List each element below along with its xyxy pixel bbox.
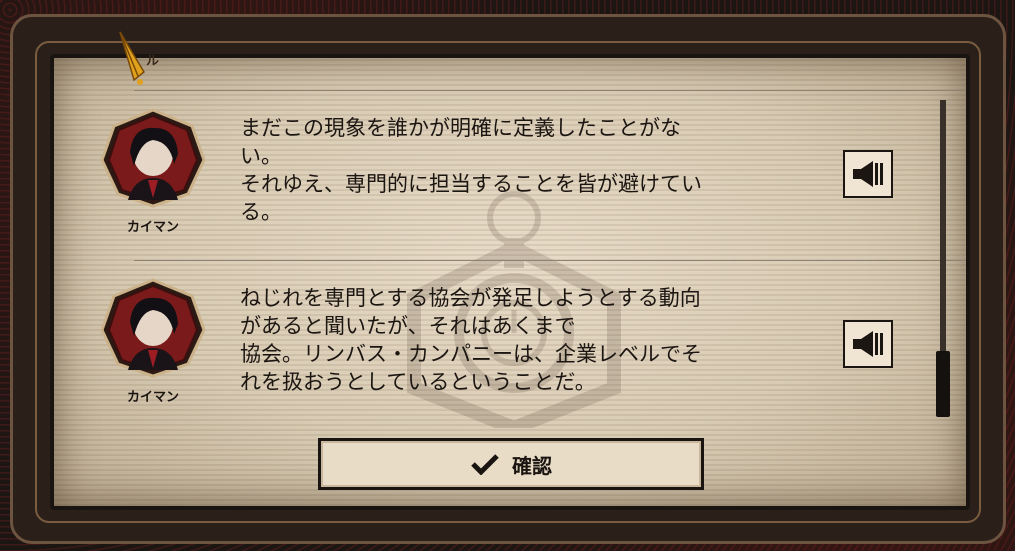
play-voice-button[interactable] (843, 150, 893, 198)
speaker-icon (853, 161, 883, 187)
entry-divider (134, 260, 966, 261)
top-divider (134, 90, 966, 91)
dialogue-text: ねじれを専門とする協会が発足しようとする動向 があると聞いたが、それはあくまで … (240, 286, 702, 394)
speaker-name: カイマン (126, 220, 179, 235)
dialogue-text: まだこの現象を誰かが明確に定義したことがな い。 それゆえ、専門的に担当すること… (240, 116, 702, 224)
speaker-portrait (100, 278, 206, 378)
confirm-label: 確認 (512, 453, 552, 478)
checkmark-icon (471, 454, 499, 475)
confirm-button[interactable]: 確認 (318, 438, 704, 490)
tab-label: ル (146, 54, 160, 69)
scrollbar-thumb[interactable] (936, 351, 950, 417)
speaker-icon (853, 331, 883, 357)
speaker-portrait (100, 108, 206, 208)
speaker-name: カイマン (126, 390, 179, 405)
play-voice-button[interactable] (843, 320, 893, 368)
